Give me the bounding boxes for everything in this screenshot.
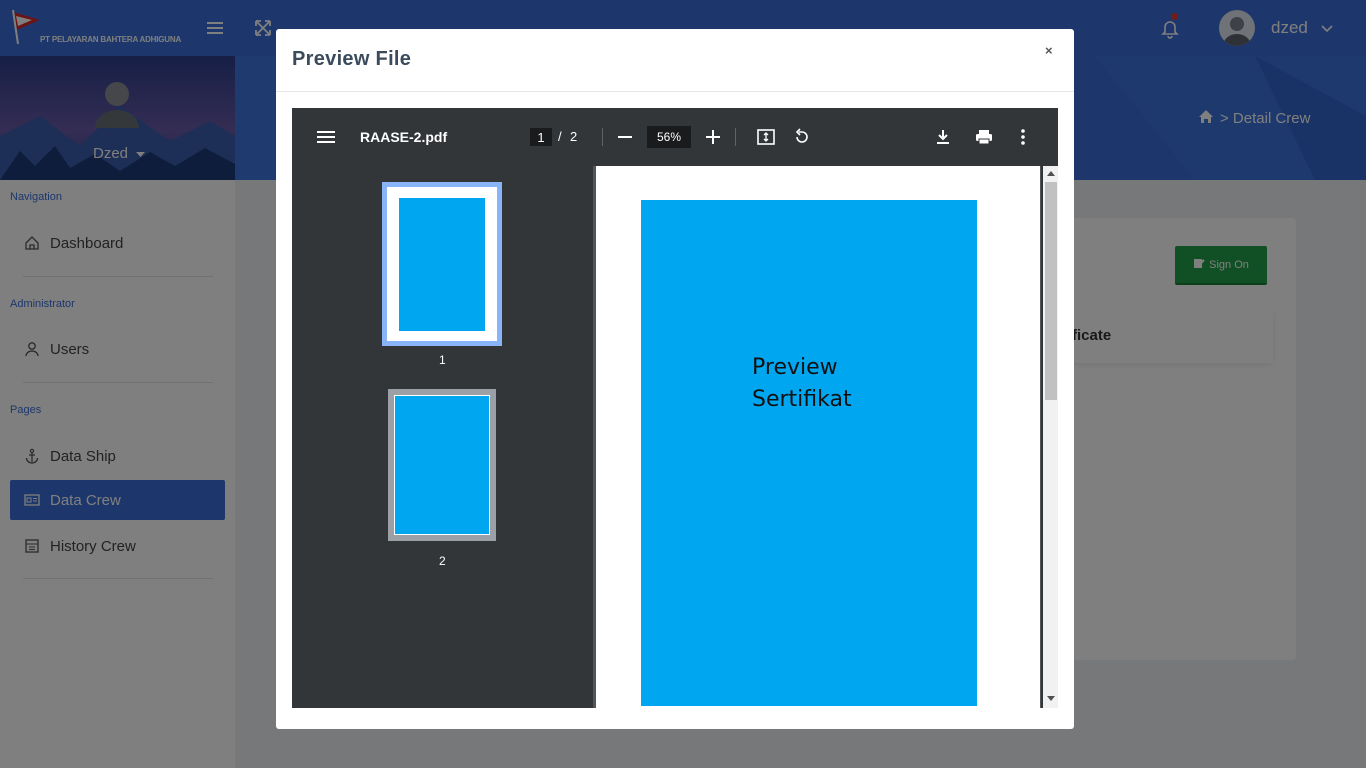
page-thumbnail[interactable] bbox=[388, 389, 496, 541]
preview-modal: Preview File × RAASE-2.pdf 1 / 2 56% 1 2… bbox=[276, 29, 1074, 729]
pdf-page: Preview Sertifikat bbox=[596, 166, 1040, 708]
divider bbox=[735, 128, 736, 146]
page-thumbnail[interactable] bbox=[382, 182, 502, 346]
page-number-input[interactable]: 1 bbox=[530, 128, 552, 146]
close-button[interactable]: × bbox=[1045, 43, 1053, 58]
fit-page-icon[interactable] bbox=[756, 127, 776, 147]
thumbnail-label: 2 bbox=[439, 554, 446, 568]
pdf-file-name: RAASE-2.pdf bbox=[360, 129, 448, 145]
zoom-out-icon[interactable] bbox=[615, 127, 635, 147]
pdf-toolbar: RAASE-2.pdf 1 / 2 56% bbox=[292, 108, 1058, 166]
zoom-input[interactable]: 56% bbox=[647, 126, 691, 148]
page-separator: / bbox=[558, 129, 562, 144]
thumbnail-content bbox=[395, 396, 489, 534]
hamburger-icon[interactable] bbox=[316, 127, 336, 147]
print-icon[interactable] bbox=[974, 127, 994, 147]
scrollbar[interactable] bbox=[1041, 166, 1058, 708]
page-text: Preview Sertifikat bbox=[752, 352, 852, 416]
scroll-thumb[interactable] bbox=[1045, 182, 1057, 400]
thumbnail-pane: 1 2 bbox=[292, 166, 593, 708]
modal-title: Preview File bbox=[292, 48, 412, 70]
divider bbox=[276, 91, 1074, 92]
rotate-icon[interactable] bbox=[792, 127, 812, 147]
download-icon[interactable] bbox=[933, 127, 953, 147]
more-options-icon[interactable] bbox=[1013, 127, 1033, 147]
scroll-down-icon[interactable] bbox=[1047, 696, 1055, 701]
page-text-line: Preview bbox=[752, 355, 838, 380]
divider bbox=[602, 128, 603, 146]
thumbnail-content bbox=[399, 198, 485, 331]
page-content: Preview Sertifikat bbox=[641, 200, 977, 706]
page-text-line: Sertifikat bbox=[752, 387, 852, 412]
zoom-in-icon[interactable] bbox=[703, 127, 723, 147]
thumbnail-label: 1 bbox=[439, 353, 446, 367]
scroll-up-icon[interactable] bbox=[1047, 171, 1055, 176]
pdf-viewer: RAASE-2.pdf 1 / 2 56% 1 2 Preview Sertif… bbox=[292, 108, 1058, 708]
page-total: 2 bbox=[570, 129, 578, 144]
